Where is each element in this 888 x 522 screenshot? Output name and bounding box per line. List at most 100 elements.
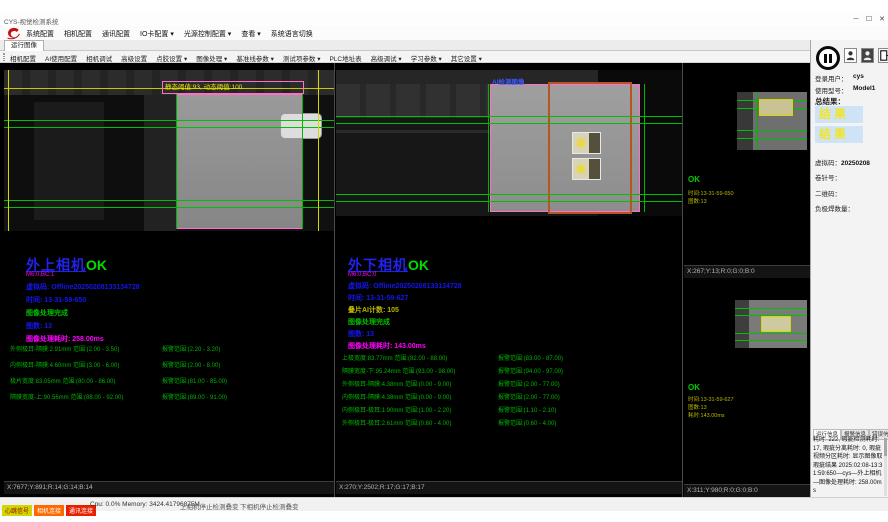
pause-icon bbox=[824, 54, 827, 63]
menu-view[interactable]: 查看 ▾ bbox=[241, 29, 260, 39]
tool-advanced-settings[interactable]: 高级设置 bbox=[121, 53, 147, 63]
measurement-row: 外侧极耳-极耳:2.61mm 范围:(0.60 - 4.00) bbox=[342, 418, 451, 427]
measurement-row: 隔膜宽度-上:90.56mm 范围:(88.00 - 92.00) bbox=[10, 392, 123, 401]
lower-camera-status-text: 下相机停止检测叠变 bbox=[240, 501, 299, 511]
tool-baseline-params[interactable]: 基准线参数 ▾ bbox=[236, 53, 274, 63]
user-button[interactable] bbox=[844, 48, 857, 63]
tool-ai-usage-config[interactable]: AI使用配置 bbox=[45, 53, 77, 63]
panel-divider bbox=[334, 63, 335, 497]
info-scrollbar[interactable] bbox=[884, 436, 887, 496]
minimize-icon[interactable]: ─ bbox=[850, 15, 862, 25]
tool-advanced-debug[interactable]: 高级调试 ▾ bbox=[371, 53, 402, 63]
tool-glue-settings[interactable]: 点胶设置 ▾ bbox=[156, 53, 187, 63]
camera-image-outer-lower[interactable]: AI检测图像 bbox=[336, 70, 682, 216]
edge-line bbox=[644, 84, 645, 212]
maximize-icon[interactable]: ☐ bbox=[863, 15, 875, 25]
exit-button[interactable] bbox=[878, 48, 888, 63]
alarm-range: 报警范围:(2.20 - 3.20) bbox=[162, 344, 220, 353]
baseline bbox=[735, 308, 807, 309]
aux-info-line: 耗时:143.00ms bbox=[688, 411, 725, 419]
menu-system-config[interactable]: 系统配置 bbox=[26, 29, 54, 39]
edge-line bbox=[176, 94, 177, 229]
tool-camera-config[interactable]: 相机配置 bbox=[10, 53, 36, 63]
close-icon[interactable]: ✕ bbox=[876, 15, 888, 25]
camera-title: 外下相机 bbox=[348, 257, 408, 273]
menu-io-config[interactable]: IO卡配置 ▾ bbox=[140, 29, 174, 39]
menu-language-switch[interactable]: 系统语言切换 bbox=[271, 29, 313, 39]
pause-button[interactable] bbox=[816, 46, 840, 70]
baseline bbox=[336, 201, 682, 202]
login-user-value: cys bbox=[853, 73, 864, 80]
machine-detail bbox=[144, 95, 176, 231]
menu-bar: 系统配置 相机配置 通讯配置 IO卡配置 ▾ 光源控制配置 ▾ 查看 ▾ 系统语… bbox=[0, 26, 888, 40]
pixel-coords-readout: X:7677;Y:891;R:14;G:14;B:14 bbox=[4, 481, 334, 494]
measurement-row: 内侧极耳-极耳:1.90mm 范围:(1.00 - 2.20) bbox=[342, 405, 451, 414]
pause-icon bbox=[829, 54, 832, 63]
camera-connection-badge: 相机连接 bbox=[34, 505, 64, 516]
menu-comm-config[interactable]: 通讯配置 bbox=[102, 29, 130, 39]
frame-count-line: 图数: 13 bbox=[348, 329, 374, 339]
toolbar: 相机配置 AI使用配置 相机调试 高级设置 点胶设置 ▾ 图像处理 ▾ 基准线参… bbox=[0, 51, 888, 63]
process-done-line: 图像处理完成 bbox=[348, 317, 390, 327]
panel-divider bbox=[682, 63, 683, 497]
exit-door-icon bbox=[879, 49, 888, 62]
elapsed-line: 图像处理耗时: 143.00ms bbox=[348, 341, 426, 351]
baseline bbox=[336, 123, 682, 124]
barcode-line: 虚拟码: Offline20250208133134728 bbox=[26, 282, 140, 292]
measurement-row: 外侧极耳-隔膜:2.91mm 范围:(2.00 - 3.50) bbox=[10, 344, 119, 353]
control-sidebar: 登录用户： cys 使用型号： Model1 总结果： 结果 结果 虚拟码：20… bbox=[810, 40, 888, 497]
weld-count-label: 负极焊数量： bbox=[815, 206, 854, 213]
measurement-row: 上极宽度:83.77mm 范围:(82.00 - 88.00) bbox=[342, 353, 447, 362]
alarm-range: 报警范围:(2.00 - 8.00) bbox=[162, 360, 220, 369]
scrollbar-thumb[interactable] bbox=[884, 438, 887, 456]
tab-bar: 运行图像 bbox=[0, 40, 888, 51]
tool-plc-address-table[interactable]: PLC地址表 bbox=[329, 53, 361, 63]
menu-camera-config[interactable]: 相机配置 bbox=[64, 29, 92, 39]
threshold-label-box: 静态阈值:93, 动态阈值:100 bbox=[162, 81, 304, 94]
baseline bbox=[735, 333, 807, 334]
ai-image-label: AI检测图像 bbox=[492, 76, 525, 86]
alarm-range: 报警范围:(1.10 - 2.10) bbox=[498, 405, 556, 414]
defect-thumbnail bbox=[572, 132, 601, 154]
menu-light-config[interactable]: 光源控制配置 ▾ bbox=[184, 29, 231, 39]
window-title: CYS-视觉检测系统 bbox=[4, 16, 59, 26]
elapsed-line: 图像处理耗时: 258.00ms bbox=[26, 334, 104, 344]
login-user-label: 登录用户： bbox=[815, 73, 848, 83]
defect-highlight bbox=[577, 165, 585, 173]
roll-pin-label: 卷针号： bbox=[815, 175, 841, 182]
baseline bbox=[4, 120, 334, 121]
tab-run-image[interactable]: 运行图像 bbox=[4, 40, 44, 51]
camera-panel-outer-lower: AI检测图像 外下相机OK M6:0,BC:0 虚拟码: Offline2025… bbox=[336, 63, 682, 497]
baseline bbox=[735, 340, 807, 341]
camera-panel-outer-upper: 静态阈值:93, 动态阈值:100 外上相机OK M6:0,BC:1 虚拟码: … bbox=[4, 63, 334, 497]
result-display-1: 结果 bbox=[815, 106, 863, 123]
baseline bbox=[737, 130, 807, 131]
measurement-row: 内侧极耳-隔膜:4.38mm 范围:(0.00 - 9.00) bbox=[342, 392, 451, 401]
account-button[interactable] bbox=[861, 48, 874, 63]
tool-test-params[interactable]: 测试项参数 ▾ bbox=[283, 53, 321, 63]
status-ok-text: OK bbox=[688, 383, 700, 392]
baseline bbox=[737, 138, 807, 139]
tool-learning-params[interactable]: 学习参数 ▾ bbox=[411, 53, 442, 63]
camera-image-aux-top[interactable] bbox=[737, 92, 807, 150]
tool-other-settings[interactable]: 其它设置 ▾ bbox=[451, 53, 482, 63]
roi-line bbox=[318, 70, 319, 231]
defect-thumbnail bbox=[572, 158, 601, 180]
virtual-code-label: 虚拟码： bbox=[815, 160, 841, 167]
tool-camera-debug[interactable]: 相机调试 bbox=[86, 53, 112, 63]
toolbar-grip-handle[interactable] bbox=[3, 53, 5, 61]
defect-highlight bbox=[577, 139, 585, 147]
camera-image-aux-bottom[interactable] bbox=[735, 300, 807, 348]
camera-image-outer-upper[interactable]: 静态阈值:93, 动态阈值:100 bbox=[4, 70, 334, 231]
barcode-line: 虚拟码: Offline20250208133134728 bbox=[348, 281, 462, 291]
pixel-coords-readout: X:270;Y:2502;R:17;G:17;B:17 bbox=[336, 481, 682, 494]
time-line: 时间: 13-31-59-650 bbox=[26, 295, 86, 305]
pixel-coords-readout: X:311;Y:980;R:0;G:0;B:0 bbox=[684, 484, 810, 497]
edge-line bbox=[302, 94, 303, 229]
upper-camera-status-text: 上相机停止检测叠变 bbox=[180, 501, 239, 511]
heartbeat-status-badge: 心跳信号 bbox=[2, 505, 32, 516]
model-value[interactable]: Model1 bbox=[853, 85, 875, 92]
baseline bbox=[4, 207, 334, 208]
app-logo-icon bbox=[5, 26, 22, 40]
tool-image-processing[interactable]: 图像处理 ▾ bbox=[196, 53, 227, 63]
